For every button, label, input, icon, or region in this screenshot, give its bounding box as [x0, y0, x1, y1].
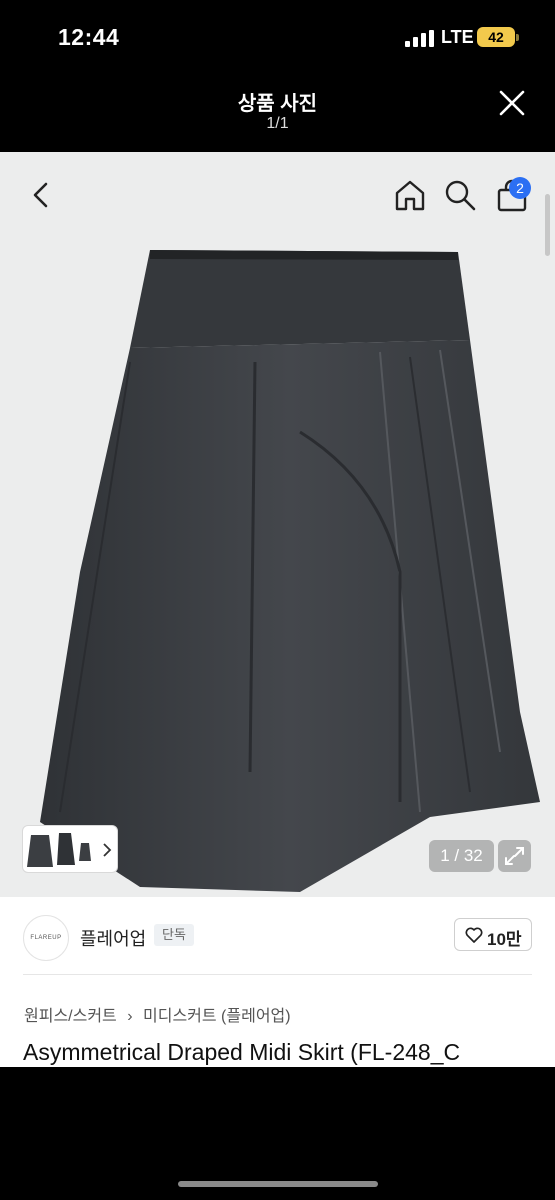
breadcrumb-subcategory[interactable]: 미디스커트 (플레어업)	[143, 1008, 291, 1025]
home-indicator[interactable]	[178, 1181, 378, 1187]
chevron-left-icon[interactable]	[28, 180, 54, 210]
search-icon[interactable]	[443, 178, 477, 212]
skirt-image	[40, 250, 540, 892]
product-screenshot: 2 1 / 32 FLAREUP 플레어업 단독 10만 원피스/스커트 › 미…	[0, 152, 555, 1067]
seller-name[interactable]: 플레어업	[80, 925, 146, 951]
home-icon[interactable]	[393, 178, 427, 212]
modal-title: 상품 사진	[237, 93, 318, 115]
chevron-right-icon[interactable]	[102, 842, 112, 858]
breadcrumb: 원피스/스커트 › 미디스커트 (플레어업)	[24, 1002, 297, 1026]
thumbnail-image	[27, 833, 91, 867]
expand-button[interactable]	[498, 840, 531, 872]
breadcrumb-separator: ›	[127, 1008, 133, 1025]
signal-icon	[405, 30, 434, 47]
breadcrumb-category[interactable]: 원피스/스커트	[24, 1008, 117, 1025]
scrollbar[interactable]	[545, 194, 550, 256]
like-count: 10만	[487, 930, 522, 949]
modal-header: 상품 사진 1/1	[0, 75, 555, 152]
expand-icon	[505, 847, 524, 865]
seller-logo[interactable]: FLAREUP	[23, 915, 69, 961]
network-label: LTE	[441, 27, 474, 47]
battery-icon: 42	[477, 27, 519, 47]
like-button[interactable]: 10만	[454, 918, 532, 951]
close-icon[interactable]	[498, 89, 526, 117]
product-photo[interactable]: 2 1 / 32	[0, 152, 555, 897]
status-bar: 12:44 LTE 42	[0, 0, 555, 75]
divider	[23, 974, 532, 975]
seller-row: FLAREUP 플레어업 단독 10만	[0, 897, 555, 977]
product-top-nav: 2	[0, 152, 555, 242]
cart-count-badge: 2	[509, 177, 531, 199]
thumbnail-strip[interactable]	[22, 825, 118, 873]
product-title: Asymmetrical Draped Midi Skirt (FL-248_C	[23, 1039, 461, 1065]
image-counter: 1 / 32	[429, 840, 494, 872]
status-time: 12:44	[58, 24, 120, 50]
heart-icon	[465, 927, 483, 943]
photo-counter: 1/1	[266, 115, 289, 132]
exclusive-badge: 단독	[154, 924, 194, 946]
